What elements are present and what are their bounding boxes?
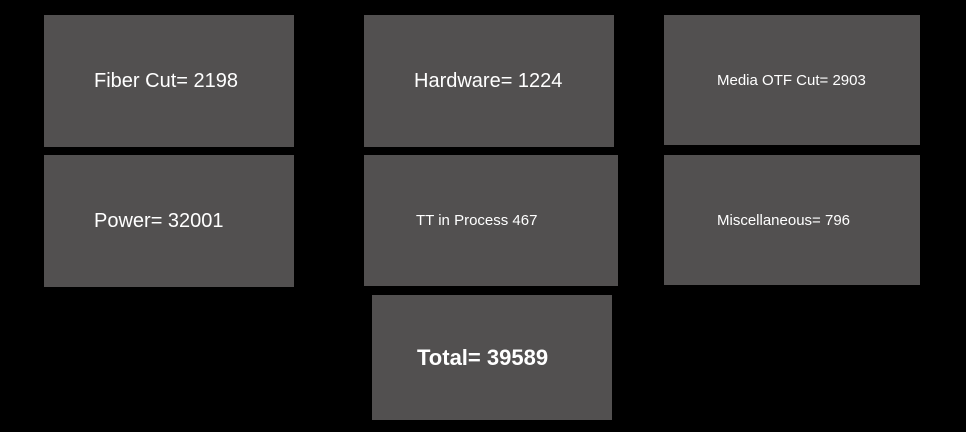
power-tile[interactable]: Power= 32001 xyxy=(44,155,294,287)
tt-in-process-tile[interactable]: TT in Process 467 xyxy=(364,155,618,286)
miscellaneous-label: Miscellaneous= 796 xyxy=(717,211,851,229)
total-label: Total= 39589 xyxy=(417,344,549,370)
media-otf-cut-tile[interactable]: Media OTF Cut= 2903 xyxy=(664,15,920,145)
miscellaneous-tile[interactable]: Miscellaneous= 796 xyxy=(664,155,920,285)
power-label: Power= 32001 xyxy=(94,209,224,232)
total-tile[interactable]: Total= 39589 xyxy=(372,295,612,420)
media-otf-cut-label: Media OTF Cut= 2903 xyxy=(717,71,866,89)
fiber-cut-label: Fiber Cut= 2198 xyxy=(94,69,238,92)
fiber-cut-tile[interactable]: Fiber Cut= 2198 xyxy=(44,15,294,147)
hardware-tile[interactable]: Hardware= 1224 xyxy=(364,15,614,147)
hardware-label: Hardware= 1224 xyxy=(414,69,563,92)
tt-in-process-label: TT in Process 467 xyxy=(416,212,538,229)
